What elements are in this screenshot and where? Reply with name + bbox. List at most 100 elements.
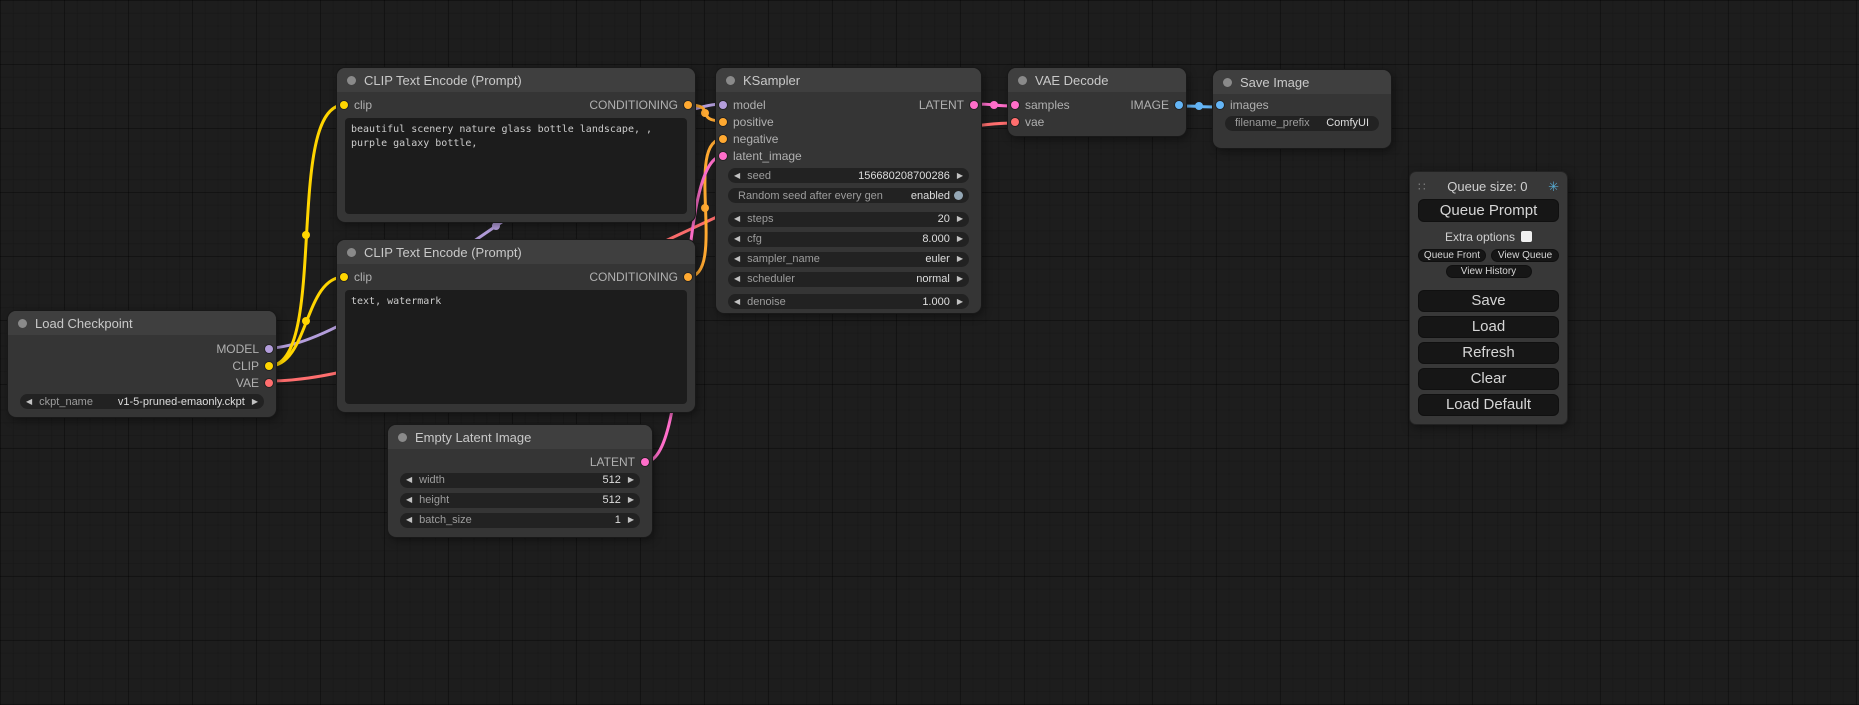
input-port-clip[interactable] [340,101,348,109]
port-row: clip CONDITIONING [337,96,695,113]
widget-width[interactable]: ◀ width 512 ▶ [400,473,640,488]
output-row: VAE [8,374,276,391]
widget-batch-size[interactable]: ◀ batch_size 1 ▶ [400,513,640,528]
input-label-model: model [733,98,766,112]
settings-gear-icon[interactable]: ✳ [1548,179,1559,195]
decrement-arrow-icon[interactable]: ◀ [406,516,412,524]
toggle-knob-icon[interactable] [954,191,963,200]
port-list: images [1213,94,1391,113]
input-port-samples[interactable] [1011,101,1019,109]
node-title-bar[interactable]: Load Checkpoint [8,311,276,335]
input-port-negative[interactable] [719,135,727,143]
prompt-textarea[interactable]: beautiful scenery nature glass bottle la… [345,118,687,214]
node-title: Empty Latent Image [415,430,531,445]
input-port-model[interactable] [719,101,727,109]
widget-sampler-name[interactable]: ◀ sampler_name euler ▶ [728,252,969,267]
output-port-clip[interactable] [265,362,273,370]
widget-scheduler[interactable]: ◀ scheduler normal ▶ [728,272,969,287]
node-load-checkpoint[interactable]: Load Checkpoint MODEL CLIP VAE ◀ ckpt_na… [8,311,276,417]
widget-filename-prefix[interactable]: filename_prefix ComfyUI [1225,116,1379,131]
node-title-bar[interactable]: KSampler [716,68,981,92]
collapse-toggle-icon[interactable] [398,433,407,442]
view-queue-button[interactable]: View Queue [1491,249,1559,262]
output-port-latent[interactable] [641,458,649,466]
widget-value: euler [925,253,949,265]
queue-front-button[interactable]: Queue Front [1418,249,1486,262]
clear-button[interactable]: Clear [1418,368,1559,390]
increment-arrow-icon[interactable]: ▶ [957,172,963,180]
collapse-toggle-icon[interactable] [726,76,735,85]
node-empty-latent-image[interactable]: Empty Latent Image LATENT ◀ width 512 ▶ … [388,425,652,537]
node-title-bar[interactable]: Empty Latent Image [388,425,652,449]
input-port-vae[interactable] [1011,118,1019,126]
increment-arrow-icon[interactable]: ▶ [628,476,634,484]
output-port-group: LATENT [919,98,978,112]
output-port-model[interactable] [265,345,273,353]
node-save-image[interactable]: Save Image images filename_prefix ComfyU… [1213,70,1391,148]
node-ksampler[interactable]: KSampler model LATENT positive negative [716,68,981,313]
drag-handle-icon[interactable]: ∷ [1418,180,1427,194]
increment-arrow-icon[interactable]: ▶ [628,496,634,504]
decrement-arrow-icon[interactable]: ◀ [734,215,740,223]
widget-ckpt-name[interactable]: ◀ ckpt_name v1-5-pruned-emaonly.ckpt ▶ [20,394,264,409]
graph-canvas[interactable]: Load Checkpoint MODEL CLIP VAE ◀ ckpt_na… [0,0,1859,705]
queue-prompt-button[interactable]: Queue Prompt [1418,199,1559,222]
node-clip-text-encode-negative[interactable]: CLIP Text Encode (Prompt) clip CONDITION… [337,240,695,412]
link-midpoint-dot [701,204,709,212]
node-title-bar[interactable]: VAE Decode [1008,68,1186,92]
load-button[interactable]: Load [1418,316,1559,338]
input-port-latent-image[interactable] [719,152,727,160]
input-label-clip: clip [354,98,372,112]
view-history-button[interactable]: View History [1446,265,1532,278]
decrement-arrow-icon[interactable]: ◀ [734,172,740,180]
output-port-image[interactable] [1175,101,1183,109]
widget-seed[interactable]: ◀ seed 156680208700286 ▶ [728,168,969,183]
save-button[interactable]: Save [1418,290,1559,312]
increment-arrow-icon[interactable]: ▶ [957,235,963,243]
increment-arrow-icon[interactable]: ▶ [957,215,963,223]
decrement-arrow-icon[interactable]: ◀ [406,476,412,484]
widget-value: v1-5-pruned-emaonly.ckpt [118,396,245,408]
increment-arrow-icon[interactable]: ▶ [252,398,258,406]
widget-denoise[interactable]: ◀ denoise 1.000 ▶ [728,294,969,309]
node-clip-text-encode-positive[interactable]: CLIP Text Encode (Prompt) clip CONDITION… [337,68,695,222]
increment-arrow-icon[interactable]: ▶ [957,275,963,283]
input-port-positive[interactable] [719,118,727,126]
decrement-arrow-icon[interactable]: ◀ [734,235,740,243]
collapse-toggle-icon[interactable] [18,319,27,328]
widget-name: cfg [747,233,762,245]
node-title-bar[interactable]: Save Image [1213,70,1391,94]
link-midpoint-dot [302,231,310,239]
output-port-vae[interactable] [265,379,273,387]
decrement-arrow-icon[interactable]: ◀ [406,496,412,504]
prompt-textarea[interactable]: text, watermark [345,290,687,404]
input-port-clip[interactable] [340,273,348,281]
decrement-arrow-icon[interactable]: ◀ [734,275,740,283]
collapse-toggle-icon[interactable] [1018,76,1027,85]
output-port-conditioning[interactable] [684,101,692,109]
node-title-bar[interactable]: CLIP Text Encode (Prompt) [337,240,695,264]
widget-value: normal [916,273,950,285]
node-title-bar[interactable]: CLIP Text Encode (Prompt) [337,68,695,92]
increment-arrow-icon[interactable]: ▶ [957,255,963,263]
increment-arrow-icon[interactable]: ▶ [957,298,963,306]
output-port-latent[interactable] [970,101,978,109]
decrement-arrow-icon[interactable]: ◀ [734,298,740,306]
input-port-images[interactable] [1216,101,1224,109]
output-port-conditioning[interactable] [684,273,692,281]
collapse-toggle-icon[interactable] [347,248,356,257]
decrement-arrow-icon[interactable]: ◀ [26,398,32,406]
widget-height[interactable]: ◀ height 512 ▶ [400,493,640,508]
node-vae-decode[interactable]: VAE Decode samples IMAGE vae [1008,68,1186,136]
decrement-arrow-icon[interactable]: ◀ [734,255,740,263]
widget-random-seed-toggle[interactable]: Random seed after every gen enabled [728,188,969,203]
collapse-toggle-icon[interactable] [347,76,356,85]
load-default-button[interactable]: Load Default [1418,394,1559,416]
widget-steps[interactable]: ◀ steps 20 ▶ [728,212,969,227]
output-label-latent: LATENT [919,98,964,112]
increment-arrow-icon[interactable]: ▶ [628,516,634,524]
extra-options-checkbox[interactable] [1521,231,1532,242]
collapse-toggle-icon[interactable] [1223,78,1232,87]
widget-cfg[interactable]: ◀ cfg 8.000 ▶ [728,232,969,247]
refresh-button[interactable]: Refresh [1418,342,1559,364]
